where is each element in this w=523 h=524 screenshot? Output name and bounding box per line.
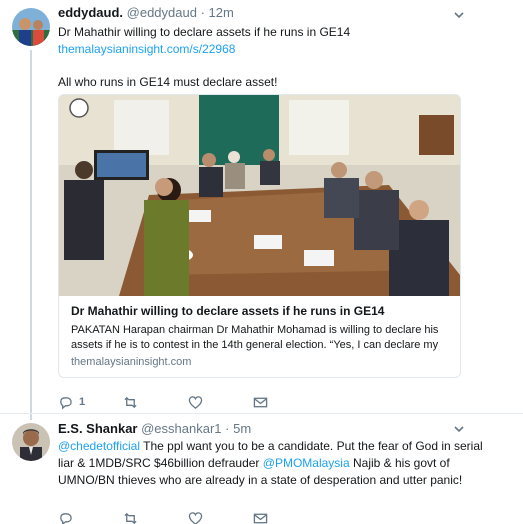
like-icon	[188, 511, 203, 524]
tweet-esshankar[interactable]: E.S. Shankar @esshankar1 · 5m @chedetoff…	[0, 413, 523, 524]
card-description: PAKATAN Harapan chairman Dr Mahathir Moh…	[71, 324, 439, 351]
retweet-icon	[124, 512, 137, 524]
user-handle[interactable]: @esshankar1	[141, 421, 221, 436]
reply-count: 1	[79, 396, 86, 408]
separator: ·	[200, 5, 205, 20]
card-title[interactable]: Dr Mahathir willing to declare assets if…	[71, 304, 452, 318]
link-preview-card[interactable]: Dr Mahathir willing to declare assets if…	[58, 94, 461, 378]
card-domain[interactable]: themalaysianinsight.com	[71, 356, 191, 368]
direct-message-button[interactable]	[253, 510, 268, 524]
tweet-link[interactable]: themalaysianinsight.com/s/22968	[58, 41, 505, 58]
like-button[interactable]	[188, 394, 203, 410]
user-handle[interactable]: @eddydaud	[127, 5, 197, 20]
thread-connector	[30, 50, 32, 420]
avatar[interactable]	[12, 8, 50, 46]
tweet-eddydaud[interactable]: eddydaud. @eddydaud · 12m Dr Mahathir wi…	[0, 0, 523, 420]
reply-button[interactable]	[58, 510, 73, 524]
direct-message-button[interactable]	[253, 394, 268, 410]
tweet-text: @chedetofficial The ppl want you to be a…	[58, 438, 483, 489]
card-image[interactable]	[59, 95, 460, 296]
retweet-icon	[124, 396, 137, 408]
retweet-button[interactable]	[123, 510, 138, 524]
display-name[interactable]: eddydaud.	[58, 5, 123, 20]
reply-icon	[60, 396, 72, 410]
tweet-actions	[58, 510, 338, 524]
mention-link[interactable]: @chedetofficial	[58, 439, 140, 453]
reply-icon	[60, 512, 72, 524]
reply-button[interactable]: 1	[58, 394, 85, 410]
retweet-button[interactable]	[123, 394, 138, 410]
display-name[interactable]: E.S. Shankar	[58, 421, 137, 436]
timestamp[interactable]: 5m	[233, 421, 251, 436]
tweet-text: Dr Mahathir willing to declare assets if…	[58, 25, 351, 39]
like-icon	[188, 395, 203, 409]
tweet-header: eddydaud. @eddydaud · 12m	[58, 5, 483, 20]
avatar[interactable]	[12, 423, 50, 461]
chevron-down-icon[interactable]	[453, 8, 465, 20]
tweet-actions: 1	[58, 394, 338, 414]
tweet-text-comment: All who runs in GE14 must declare asset!	[58, 75, 278, 89]
separator: ·	[225, 421, 230, 436]
timestamp[interactable]: 12m	[209, 5, 234, 20]
mention-link[interactable]: @PMOMalaysia	[263, 456, 350, 470]
chevron-down-icon[interactable]	[453, 422, 465, 434]
like-button[interactable]	[188, 510, 203, 524]
direct-message-icon	[253, 397, 268, 407]
direct-message-icon	[253, 513, 268, 523]
tweet-header: E.S. Shankar @esshankar1 · 5m	[58, 421, 483, 436]
